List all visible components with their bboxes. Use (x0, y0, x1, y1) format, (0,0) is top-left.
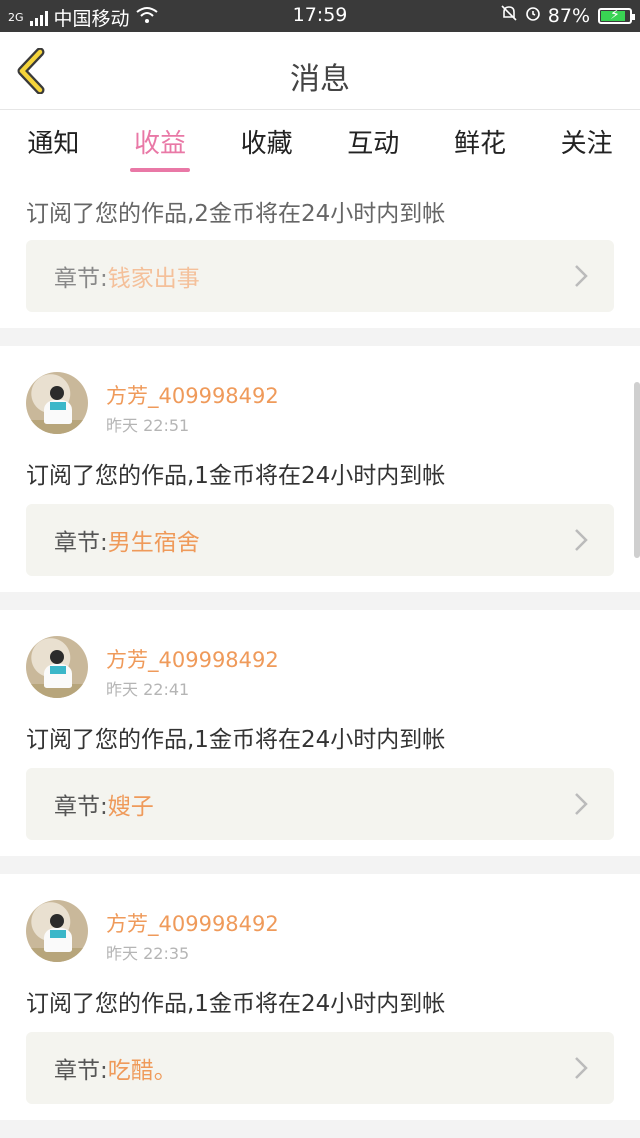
message-list: 订阅了您的作品,2金币将在24小时内到帐 章节: 钱家出事 方芳_4099984… (0, 172, 640, 1138)
tab-flowers[interactable]: 鲜花 (444, 123, 516, 160)
tab-earnings[interactable]: 收益 (124, 123, 196, 172)
avatar[interactable] (26, 900, 88, 962)
scrollbar[interactable] (634, 382, 640, 558)
list-item: 方芳_409998492 昨天 22:51 订阅了您的作品,1金币将在24小时内… (0, 346, 640, 592)
battery-percent: 87% (547, 4, 590, 27)
page-title: 消息 (290, 62, 350, 97)
tab-notifications[interactable]: 通知 (17, 123, 89, 160)
chapter-title: 钱家出事 (107, 266, 200, 292)
tab-favorites[interactable]: 收藏 (231, 123, 303, 160)
alarm-icon (524, 4, 542, 27)
chevron-right-icon (575, 529, 588, 551)
chevron-right-icon (575, 793, 588, 815)
chapter-label: 章节: (54, 1058, 108, 1084)
avatar[interactable] (26, 636, 88, 698)
message-text: 订阅了您的作品,1金币将在24小时内到帐 (26, 991, 446, 1017)
username[interactable]: 方芳_409998492 (106, 380, 279, 410)
chapter-label: 章节: (54, 794, 108, 820)
chapter-label: 章节: (54, 266, 108, 292)
chapter-title: 男生宿舍 (107, 530, 200, 556)
list-item: 方芳_409998492 昨天 22:41 订阅了您的作品,1金币将在24小时内… (0, 610, 640, 856)
chapter-title: 吃醋。 (107, 1058, 177, 1084)
chapter-link[interactable]: 章节: 钱家出事 (26, 240, 614, 312)
list-item: 方芳_409998492 昨天 22:35 订阅了您的作品,1金币将在24小时内… (0, 874, 640, 1120)
timestamp: 昨天 22:51 (106, 416, 190, 435)
username[interactable]: 方芳_409998492 (106, 644, 279, 674)
chapter-link[interactable]: 章节: 嫂子 (26, 768, 614, 840)
status-bar: 2G 中国移动 17:59 87% ⚡ (0, 0, 640, 32)
mute-bell-icon (500, 4, 518, 27)
tab-follows[interactable]: 关注 (551, 123, 623, 160)
message-text: 订阅了您的作品,1金币将在24小时内到帐 (26, 727, 446, 753)
chapter-title: 嫂子 (107, 794, 154, 820)
chapter-label: 章节: (54, 530, 108, 556)
chapter-link[interactable]: 章节: 吃醋。 (26, 1032, 614, 1104)
timestamp: 昨天 22:35 (106, 944, 190, 963)
chevron-right-icon (575, 1057, 588, 1079)
charging-bolt-icon: ⚡ (610, 6, 620, 23)
message-text: 订阅了您的作品,2金币将在24小时内到帐 (26, 201, 446, 227)
tab-bar: 通知 收益 收藏 互动 鲜花 关注 (0, 110, 640, 172)
tab-interactions[interactable]: 互动 (337, 123, 409, 160)
avatar[interactable] (26, 372, 88, 434)
username[interactable]: 方芳_409998492 (106, 908, 279, 938)
chapter-link[interactable]: 章节: 男生宿舍 (26, 504, 614, 576)
status-right: 87% ⚡ (500, 4, 635, 27)
chevron-right-icon (575, 265, 588, 287)
battery-icon: ⚡ (598, 6, 635, 24)
timestamp: 昨天 22:41 (106, 680, 190, 699)
message-text: 订阅了您的作品,1金币将在24小时内到帐 (26, 463, 446, 489)
nav-bar: 消息 (0, 32, 640, 110)
list-item: 订阅了您的作品,2金币将在24小时内到帐 章节: 钱家出事 (0, 172, 640, 328)
